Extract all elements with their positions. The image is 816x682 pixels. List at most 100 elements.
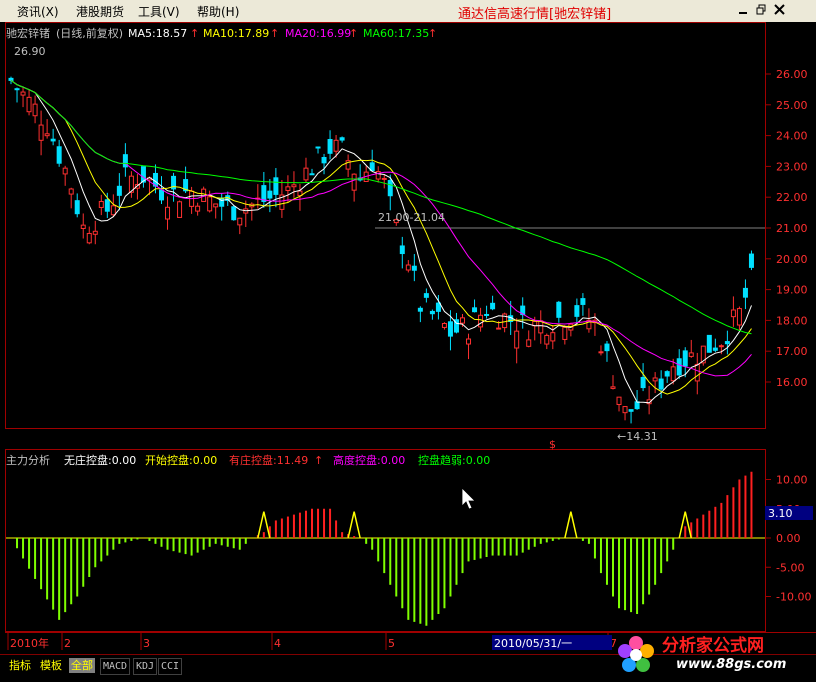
candle-body (676, 358, 682, 376)
candle-body (207, 196, 213, 212)
candle-body (682, 350, 688, 367)
candle-body (62, 167, 68, 175)
candle-body (472, 307, 478, 313)
candle-body (478, 314, 484, 328)
ma60-label: MA60:17.35 (363, 27, 429, 40)
chart-canvas[interactable]: 驰宏锌锗 (日线,前复权) MA5:18.57 MA10:17.89 MA20:… (0, 22, 816, 654)
candle-body (718, 345, 724, 348)
candle-body (411, 265, 417, 271)
candle-body (441, 323, 447, 328)
tab-cci[interactable]: CCI (158, 658, 183, 675)
candle-body (466, 338, 472, 345)
current-value: 3.10 (768, 507, 793, 520)
stat-dealer-control: 有庄控盘:11.49 (229, 453, 308, 467)
stat-high-control: 高度控盘:0.00 (333, 453, 405, 467)
candle-body (327, 139, 333, 154)
candle-body (98, 201, 104, 208)
indicator-tick-label: 10.00 (776, 474, 808, 487)
candle-body (165, 206, 171, 220)
candle-body (68, 188, 74, 195)
candle-body (574, 305, 580, 317)
price-tick-label: 20.00 (776, 253, 808, 266)
menu-help[interactable]: 帮助(H) (197, 3, 239, 20)
candle-body (110, 205, 116, 216)
candle-body (658, 378, 664, 390)
close-icon[interactable] (774, 4, 785, 15)
indicator-bars (16, 471, 753, 626)
candle-body (159, 189, 164, 201)
candle-body (44, 133, 50, 137)
candle-body (688, 352, 694, 357)
menu-tools[interactable]: 工具(V) (138, 3, 180, 20)
candle-body (74, 200, 80, 215)
candle-body (664, 371, 670, 377)
candle-body (544, 334, 550, 345)
price-tick-label: 16.00 (776, 376, 808, 389)
app-window: 资讯(X) 港股期货 工具(V) 帮助(H) 通达信高速行情[驰宏锌锗] 驰宏锌… (0, 0, 816, 682)
low-price-marker: ←14.31 (617, 430, 658, 443)
menu-info[interactable]: 资讯(X) (17, 3, 59, 20)
candle-body (484, 313, 490, 316)
dollar-marker: $ (549, 438, 556, 451)
price-tick-label: 26.00 (776, 68, 808, 81)
indicator-name: 主力分析 (6, 453, 50, 467)
candle-body (116, 185, 122, 196)
stat-start-control: 开始控盘:0.00 (145, 453, 217, 467)
menu-hk-futures[interactable]: 港股期货 (76, 3, 124, 20)
candle-body (435, 302, 441, 312)
candle-body (309, 173, 315, 176)
restore-icon[interactable] (756, 4, 767, 15)
candle-body (652, 377, 658, 382)
price-tick-label: 18.00 (776, 314, 808, 327)
ma-lines (10, 79, 752, 404)
candle-body (303, 167, 309, 181)
price-tick-label: 22.00 (776, 191, 808, 204)
stat-weak-control: 控盘趋弱:0.00 (418, 453, 490, 467)
candle-body (26, 96, 32, 113)
indicator-axis: 10.005.000.00-5.00-10.00 (765, 474, 811, 604)
candle-body (730, 309, 736, 318)
price-tick-label: 19.00 (776, 284, 808, 297)
tab-kdj[interactable]: KDJ (133, 658, 158, 675)
svg-text:↑: ↑ (190, 27, 199, 40)
price-tick-label: 21.00 (776, 222, 808, 235)
candle-body (315, 146, 321, 149)
indicator-tick-label: 0.00 (776, 532, 801, 545)
candle-body (405, 264, 411, 271)
tab-all[interactable]: 全部 (69, 658, 95, 673)
chart-area[interactable]: 驰宏锌锗 (日线,前复权) MA5:18.57 MA10:17.89 MA20:… (0, 22, 816, 654)
tab-template[interactable]: 模板 (38, 658, 64, 673)
candle-body (526, 339, 532, 347)
candle-body (580, 298, 586, 305)
price-tick-label: 24.00 (776, 130, 808, 143)
candle-body (640, 376, 646, 389)
candle-body (104, 199, 110, 212)
time-tick-label: 5 (388, 637, 395, 650)
candle-body (14, 88, 20, 91)
candle-body (490, 302, 496, 310)
candle-body (321, 157, 327, 164)
panel-frames (5, 22, 816, 633)
tab-indicator[interactable]: 指标 (7, 658, 33, 673)
candle-body (694, 363, 700, 382)
time-tick-label: 3 (143, 637, 150, 650)
candle-body (538, 320, 544, 334)
mouse-cursor-icon (461, 487, 476, 510)
stat-up-arrow: ↑ (314, 454, 323, 467)
ma5-line (10, 79, 752, 404)
indicator-tick-label: -10.00 (776, 591, 811, 604)
chart-period: (日线,前复权) (56, 26, 123, 40)
candle-body (634, 401, 640, 410)
candle-body (285, 186, 291, 191)
candle-body (267, 190, 273, 199)
minimize-icon[interactable] (738, 4, 749, 15)
candle-body (195, 205, 201, 212)
candle-body (38, 124, 44, 141)
indicator-tick-label: -5.00 (776, 561, 804, 574)
candle-body (670, 366, 676, 382)
candle-body (291, 184, 297, 188)
price-tick-label: 17.00 (776, 345, 808, 358)
candle-body (598, 351, 604, 354)
range-marker: 21.00-21.04 (378, 211, 445, 224)
tab-macd[interactable]: MACD (100, 658, 131, 675)
